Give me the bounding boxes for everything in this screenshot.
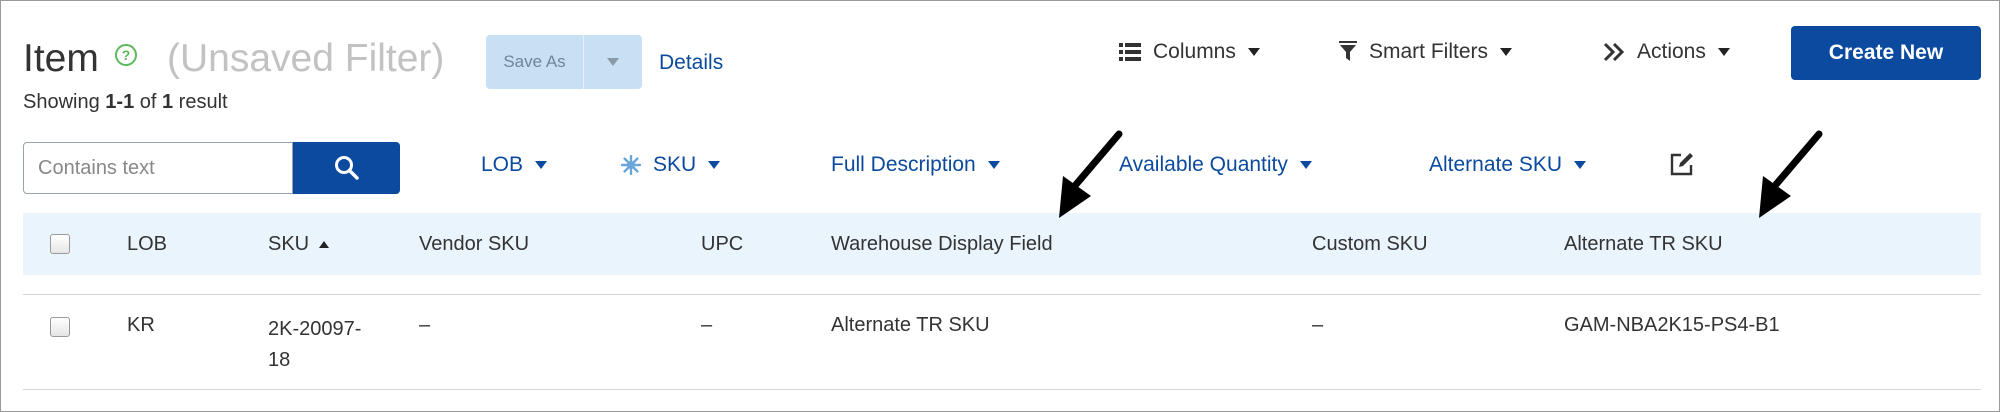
cell-sku[interactable]: 2K-20097- 18	[268, 314, 361, 376]
actions-menu-button[interactable]: Actions	[1603, 37, 1730, 67]
gear-icon	[621, 155, 641, 175]
smart-filters-label: Smart Filters	[1369, 40, 1489, 63]
column-header-alternate-tr-sku[interactable]: Alternate TR SKU	[1564, 233, 1723, 256]
chevron-down-icon	[535, 161, 548, 169]
column-filter-label: Full Description	[831, 153, 976, 176]
select-all-checkbox[interactable]	[50, 234, 70, 254]
page-title: Item	[23, 37, 99, 80]
cell-sku-line: 2K-20097-	[268, 318, 362, 340]
search-icon	[334, 156, 359, 180]
chevron-down-icon	[1299, 161, 1312, 169]
details-link[interactable]: Details	[659, 51, 723, 75]
column-filter-full-description[interactable]: Full Description	[831, 153, 1000, 177]
chevron-down-icon	[708, 161, 721, 169]
column-header-vendor-sku[interactable]: Vendor SKU	[419, 233, 529, 256]
chevron-down-icon	[1247, 48, 1260, 56]
annotation-arrow-icon	[1059, 130, 1123, 218]
actions-label: Actions	[1637, 40, 1706, 63]
cell-lob: KR	[127, 314, 155, 336]
chevron-down-icon	[607, 58, 619, 66]
column-header-lob[interactable]: LOB	[127, 233, 167, 256]
result-total: 1	[161, 91, 174, 113]
result-prefix: Showing	[23, 91, 106, 113]
result-suffix: result	[173, 91, 228, 113]
result-of: of	[134, 91, 162, 113]
column-filter-available-quantity[interactable]: Available Quantity	[1119, 153, 1312, 177]
save-as-button[interactable]: Save As	[486, 35, 584, 89]
result-range: 1-1	[105, 91, 135, 113]
column-header-custom-sku[interactable]: Custom SKU	[1312, 233, 1428, 256]
cell-custom-sku: –	[1312, 314, 1324, 336]
cell-alternate-tr-sku: GAM-NBA2K15-PS4-B1	[1564, 314, 1780, 336]
funnel-icon	[1339, 41, 1357, 61]
save-as-split-button: Save As	[486, 35, 642, 89]
cell-sku-line: 18	[268, 349, 291, 371]
column-header-sku[interactable]: SKU	[268, 233, 330, 256]
double-chevron-right-icon	[1603, 42, 1625, 62]
result-count: Showing 1-1 of 1 result	[23, 91, 228, 114]
search-button[interactable]	[293, 142, 400, 194]
cell-upc: –	[701, 314, 713, 336]
column-filter-label: SKU	[653, 153, 697, 176]
divider	[23, 389, 1981, 390]
column-filter-sku[interactable]: SKU	[621, 153, 721, 177]
columns-label: Columns	[1153, 40, 1236, 63]
list-icon	[1119, 43, 1141, 61]
column-filter-lob[interactable]: LOB	[481, 153, 548, 177]
search-input[interactable]	[23, 142, 293, 194]
question-circle-icon[interactable]: ?	[114, 43, 138, 67]
sort-ascending-icon	[319, 241, 330, 249]
column-filter-label: Available Quantity	[1119, 153, 1288, 176]
smart-filters-menu-button[interactable]: Smart Filters	[1339, 37, 1513, 67]
app-window: Item ? (Unsaved Filter) Save As Details …	[0, 0, 2000, 412]
svg-text:?: ?	[122, 47, 131, 63]
edit-columns-icon[interactable]	[1669, 151, 1695, 177]
chevron-down-icon	[1574, 161, 1587, 169]
chevron-down-icon	[987, 161, 1000, 169]
column-filter-alternate-sku[interactable]: Alternate SKU	[1429, 153, 1587, 177]
save-as-dropdown-toggle[interactable]	[584, 35, 642, 89]
column-header-upc[interactable]: UPC	[701, 233, 743, 256]
divider	[23, 294, 1981, 295]
columns-menu-button[interactable]: Columns	[1119, 37, 1260, 67]
filter-status: (Unsaved Filter)	[167, 37, 445, 80]
column-filter-label: Alternate SKU	[1429, 153, 1563, 176]
column-filter-label: LOB	[481, 153, 524, 176]
row-checkbox[interactable]	[50, 317, 70, 337]
cell-vendor-sku: –	[419, 314, 431, 336]
cell-warehouse-display-field: Alternate TR SKU	[831, 314, 990, 336]
chevron-down-icon	[1500, 48, 1513, 56]
column-header-label: SKU	[268, 233, 310, 255]
column-header-warehouse-display-field[interactable]: Warehouse Display Field	[831, 233, 1053, 256]
chevron-down-icon	[1717, 48, 1730, 56]
annotation-arrow-icon	[1759, 130, 1823, 218]
create-new-button[interactable]: Create New	[1791, 26, 1981, 80]
